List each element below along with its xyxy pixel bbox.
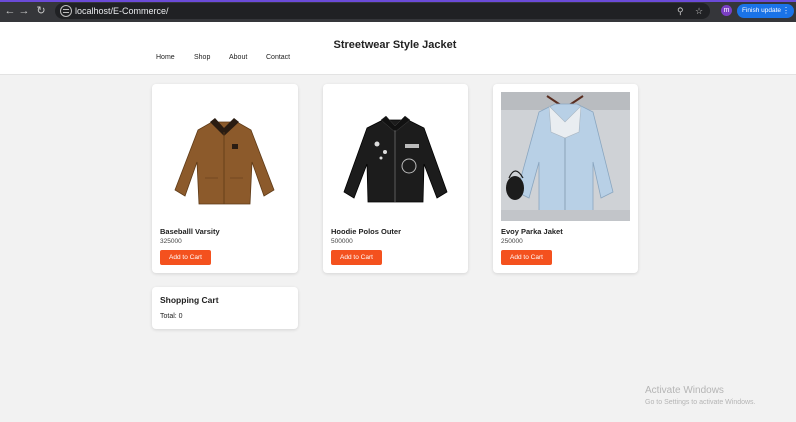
- product-price: 325000: [160, 238, 182, 245]
- add-to-cart-button[interactable]: Add to Cart: [331, 250, 382, 265]
- product-price: 250000: [501, 238, 523, 245]
- activate-windows-subtitle: Go to Settings to activate Windows.: [645, 399, 756, 406]
- url-text[interactable]: localhost/E-Commerce/: [75, 5, 169, 17]
- product-image-brown-jacket: [160, 92, 289, 221]
- bookmark-star-icon[interactable]: ☆: [695, 5, 703, 17]
- profile-avatar[interactable]: m: [721, 5, 732, 16]
- menu-dots-icon: ⋮: [782, 6, 790, 15]
- product-price: 500000: [331, 238, 353, 245]
- shopping-cart-panel: Shopping Cart Total: 0: [152, 287, 298, 329]
- add-to-cart-button[interactable]: Add to Cart: [160, 250, 211, 265]
- product-name: Baseballl Varsity: [160, 227, 220, 236]
- activate-windows-title: Activate Windows: [645, 385, 724, 396]
- zoom-icon[interactable]: ⚲: [677, 5, 684, 17]
- browser-toolbar: ← → ↻ localhost/E-Commerce/ ⚲ ☆ m Finish…: [0, 0, 796, 22]
- address-bar[interactable]: localhost/E-Commerce/ ⚲ ☆: [55, 3, 710, 19]
- product-name: Evoy Parka Jaket: [501, 227, 563, 236]
- product-name: Hoodie Polos Outer: [331, 227, 402, 236]
- nav-home[interactable]: Home: [156, 54, 175, 61]
- forward-icon[interactable]: →: [17, 4, 31, 18]
- finish-update-label: Finish update: [742, 7, 782, 14]
- cart-title: Shopping Cart: [160, 295, 219, 305]
- tab-strip-accent: [0, 0, 796, 2]
- product-card: Evoy Parka Jaket 250000 Add to Cart: [493, 84, 638, 273]
- product-card: Baseballl Varsity 325000 Add to Cart: [152, 84, 298, 273]
- product-image-black-jacket: [331, 92, 460, 221]
- add-to-cart-button[interactable]: Add to Cart: [501, 250, 552, 265]
- product-image-parka-jacket: [501, 92, 630, 221]
- site-info-icon[interactable]: [60, 5, 72, 17]
- product-card: Hoodie Polos Outer 500000 Add to Cart: [323, 84, 468, 273]
- page-title: Streetwear Style Jacket: [333, 39, 457, 51]
- nav-shop[interactable]: Shop: [194, 54, 210, 61]
- cart-total: Total: 0: [160, 313, 183, 320]
- nav-about[interactable]: About: [229, 54, 247, 61]
- reload-icon[interactable]: ↻: [34, 4, 48, 18]
- site-header: Streetwear Style Jacket Home Shop About …: [0, 22, 796, 75]
- finish-update-button[interactable]: Finish update ⋮: [737, 4, 794, 18]
- back-icon[interactable]: ←: [3, 4, 17, 18]
- nav-contact[interactable]: Contact: [266, 54, 290, 61]
